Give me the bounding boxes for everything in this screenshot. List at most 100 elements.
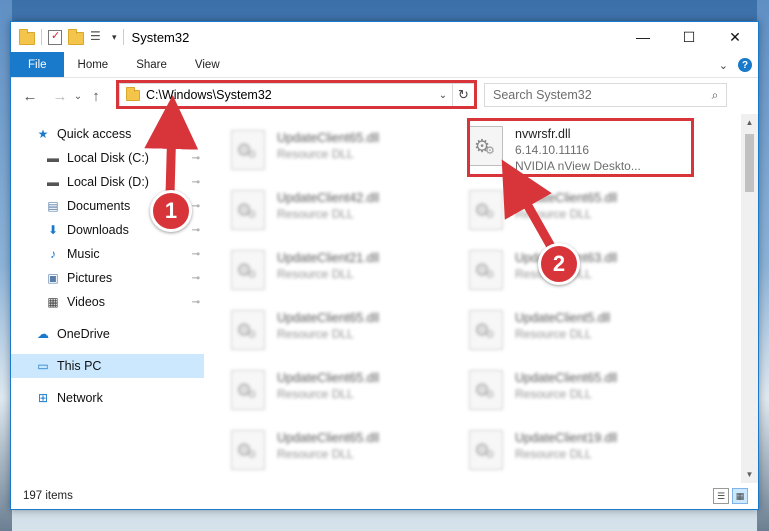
sidebar-item-local-disk-c[interactable]: ▬ Local Disk (C:) ⊸ (11, 146, 204, 170)
sidebar-item-pictures[interactable]: ▣ Pictures ⊸ (11, 266, 204, 290)
file-item[interactable]: UpdateClient21.dll Resource DLL (231, 246, 461, 298)
tab-view[interactable]: View (181, 52, 234, 77)
music-icon: ♪ (50, 247, 56, 261)
file-name: UpdateClient42.dll (277, 191, 380, 205)
customize-view-icon[interactable]: ☰ (90, 29, 106, 45)
file-description: NVIDIA nView Deskto... (515, 159, 641, 173)
sidebar-item-onedrive[interactable]: ☁ OneDrive (11, 322, 204, 346)
folder-icon (126, 86, 140, 101)
view-toggle: ☰ ▦ (713, 488, 748, 504)
ribbon-tabs: File Home Share View ⌄ ? (11, 52, 758, 78)
file-version: 6.14.10.11116 (515, 143, 590, 157)
file-type: Resource DLL (277, 267, 354, 281)
file-item-nvwrsfr[interactable]: nvwrsfr.dll 6.14.10.11116 NVIDIA nView D… (469, 122, 699, 174)
maximize-button[interactable]: ☐ (666, 22, 712, 52)
sidebar-item-label: OneDrive (57, 327, 110, 341)
help-icon[interactable]: ? (738, 58, 752, 72)
tab-home[interactable]: Home (64, 52, 123, 77)
dll-file-icon (231, 310, 265, 350)
scroll-down-icon[interactable]: ▼ (741, 470, 758, 479)
pin-icon[interactable]: ⊸ (192, 297, 200, 308)
pin-icon[interactable]: ⊸ (192, 273, 200, 284)
file-item[interactable]: UpdateClient65.dll Resource DLL (231, 126, 461, 178)
new-folder-icon[interactable] (68, 29, 84, 45)
drive-icon: ▬ (47, 151, 59, 165)
search-input[interactable] (493, 88, 704, 102)
file-item[interactable]: UpdateClient65.dll Resource DLL (469, 186, 699, 238)
file-name: UpdateClient19.dll (515, 431, 618, 445)
sidebar-item-videos[interactable]: ▦ Videos ⊸ (11, 290, 204, 314)
pin-icon[interactable]: ⊸ (192, 201, 200, 212)
details-view-icon[interactable]: ☰ (713, 488, 729, 504)
folder-icon (19, 29, 35, 45)
file-item[interactable]: UpdateClient5.dll Resource DLL (469, 306, 699, 358)
up-icon[interactable]: ↑ (85, 88, 107, 105)
sidebar-item-label: Local Disk (C:) (67, 151, 149, 165)
search-box[interactable]: ⌕ (484, 83, 727, 107)
address-bar[interactable]: C:\Windows\System32 ⌄ ↻ (119, 83, 475, 107)
sidebar-item-label: Local Disk (D:) (67, 175, 149, 189)
sidebar-item-network[interactable]: ⊞ Network (11, 386, 204, 410)
close-button[interactable]: ✕ (712, 22, 758, 52)
file-type: Resource DLL (515, 447, 592, 461)
address-row: ← → ⌄ ↑ C:\Windows\System32 ⌄ ↻ ⌕ (11, 78, 758, 114)
file-item[interactable]: UpdateClient65.dll Resource DLL (231, 306, 461, 358)
address-dropdown-icon[interactable]: ⌄ (434, 90, 452, 101)
customize-toolbar-dropdown-icon[interactable]: ▾ (112, 32, 117, 43)
file-item[interactable]: UpdateClient19.dll Resource DLL (469, 426, 699, 478)
tab-file[interactable]: File (11, 52, 64, 77)
scrollbar-thumb[interactable] (745, 134, 754, 192)
sidebar-item-label: Pictures (67, 271, 113, 285)
file-item[interactable]: UpdateClient42.dll Resource DLL (231, 186, 461, 238)
navigation-pane: ★ Quick access ▬ Local Disk (C:) ⊸ ▬ Local Dis… (11, 114, 204, 483)
sidebar-item-label: Network (57, 391, 103, 405)
search-icon[interactable]: ⌕ (704, 88, 726, 103)
drive-icon: ▬ (47, 175, 59, 189)
star-icon: ★ (37, 127, 49, 141)
downloads-icon: ⬇ (47, 223, 59, 237)
sidebar-item-label: Quick access (57, 127, 132, 141)
nav-gap (11, 314, 204, 322)
dll-file-icon (231, 430, 265, 470)
tab-share[interactable]: Share (122, 52, 181, 77)
file-list: UpdateClient19.dllResource DLLUpdateClie… (204, 114, 758, 483)
file-item[interactable]: UpdateClient65.dll Resource DLL (469, 366, 699, 418)
pin-icon[interactable]: ⊸ (192, 177, 200, 188)
expand-ribbon-icon[interactable]: ⌄ (719, 59, 728, 72)
file-item[interactable]: UpdateClient63.dllResource DLL (469, 246, 699, 298)
tiles-view-icon[interactable]: ▦ (732, 488, 748, 504)
file-name: UpdateClient21.dll (277, 251, 380, 265)
file-item[interactable]: UpdateClient65.dll Resource DLL (231, 426, 461, 478)
scroll-up-icon[interactable]: ▲ (741, 118, 758, 127)
dll-file-icon (469, 126, 503, 166)
sidebar-item-label: This PC (57, 359, 102, 373)
sidebar-item-label: Music (67, 247, 100, 261)
toolbar-separator (41, 29, 42, 45)
forward-icon[interactable]: → (49, 88, 71, 105)
network-icon: ⊞ (37, 391, 49, 405)
dll-file-icon (469, 370, 503, 410)
sidebar-item-this-pc[interactable]: ▭ This PC (11, 354, 204, 378)
recent-locations-icon[interactable]: ⌄ (71, 91, 85, 102)
sidebar-item-quick-access[interactable]: ★ Quick access (11, 122, 204, 146)
file-type: Resource DLL (277, 327, 354, 341)
pictures-icon: ▣ (47, 271, 59, 285)
properties-icon[interactable] (48, 29, 62, 45)
minimize-button[interactable]: — (620, 22, 666, 52)
vertical-scrollbar[interactable]: ▲ ▼ (741, 114, 758, 483)
pin-icon[interactable]: ⊸ (192, 225, 200, 236)
step-1-badge: 1 (150, 190, 192, 232)
dll-file-icon (469, 310, 503, 350)
file-type: Resource DLL (277, 447, 354, 461)
nav-gap (11, 346, 204, 354)
sidebar-item-music[interactable]: ♪ Music ⊸ (11, 242, 204, 266)
refresh-icon[interactable]: ↻ (452, 84, 474, 106)
back-icon[interactable]: ← (19, 88, 41, 105)
address-path[interactable]: C:\Windows\System32 (146, 88, 434, 102)
file-name: UpdateClient65.dll (277, 371, 380, 385)
file-item[interactable]: UpdateClient65.dll Resource DLL (231, 366, 461, 418)
pin-icon[interactable]: ⊸ (192, 249, 200, 260)
pin-icon[interactable]: ⊸ (192, 153, 200, 164)
file-name: UpdateClient5.dll (515, 311, 611, 325)
dll-file-icon (231, 370, 265, 410)
